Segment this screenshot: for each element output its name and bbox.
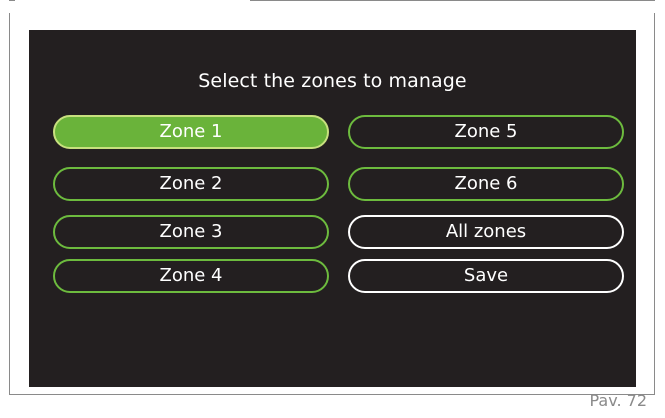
zone-4-button[interactable]: Zone 4 [53,259,329,293]
zone-2-button[interactable]: Zone 2 [53,167,329,201]
zone-5-button[interactable]: Zone 5 [348,115,624,149]
zone-1-button[interactable]: Zone 1 [53,115,329,149]
zone-6-button[interactable]: Zone 6 [348,167,624,201]
save-button[interactable]: Save [348,259,624,293]
device-screen: Select the zones to manage Zone 1 Zone 2… [29,30,636,387]
frame-top-right-line [250,0,655,1]
zone-3-button[interactable]: Zone 3 [53,215,329,249]
screen-title: Select the zones to manage [198,70,467,92]
page-number: Pav. 72 [589,391,648,410]
frame-top-left-line [9,0,15,1]
all-zones-button[interactable]: All zones [348,215,624,249]
